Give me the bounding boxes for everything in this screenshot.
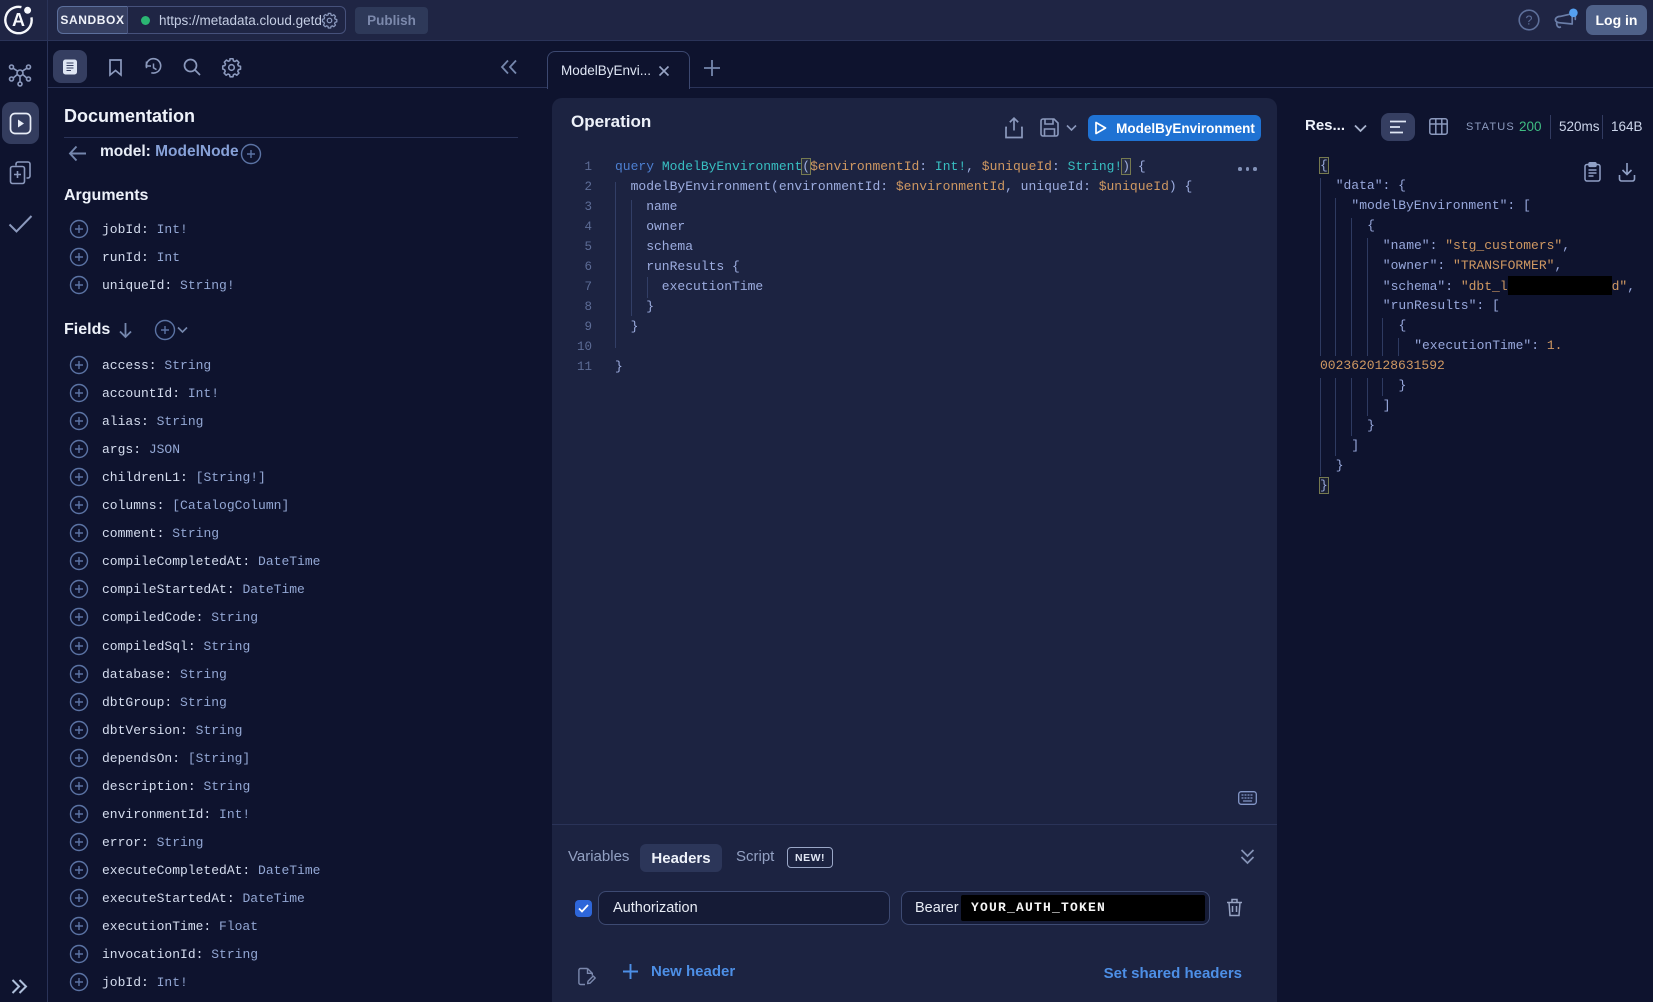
- svg-text:A: A: [12, 10, 25, 30]
- svg-text:?: ?: [1526, 14, 1533, 28]
